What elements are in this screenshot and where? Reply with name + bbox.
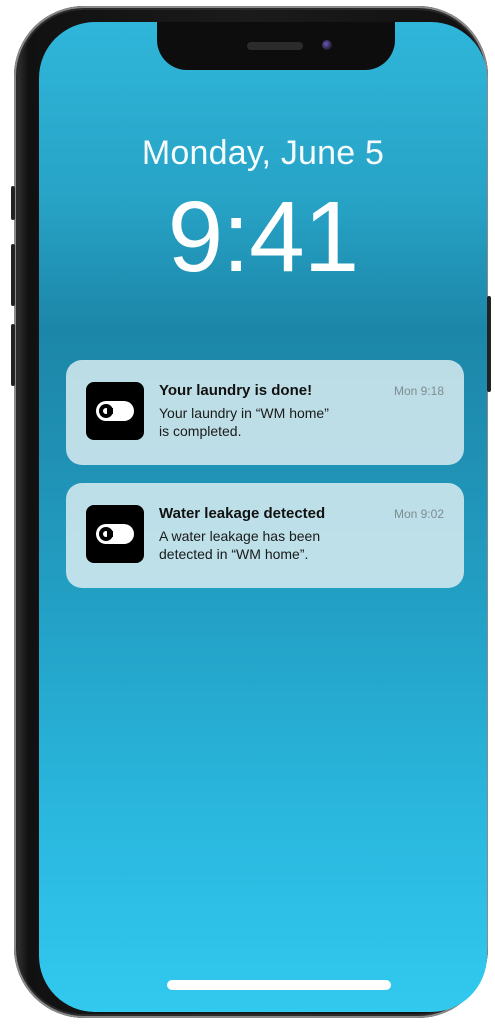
notification-body-line: Your laundry in “WM home” bbox=[159, 405, 329, 421]
toggle-switch-icon bbox=[96, 401, 134, 421]
mute-switch bbox=[11, 186, 15, 220]
notification-timestamp: Mon 9:02 bbox=[393, 507, 444, 521]
notification-body: A water leakage has been detected in “WM… bbox=[159, 527, 379, 563]
lockscreen-date: Monday, June 5 bbox=[141, 134, 385, 172]
notch bbox=[157, 22, 395, 70]
notification-laundry[interactable]: Your laundry is done! Mon 9:18 Your laun… bbox=[66, 360, 464, 465]
lockscreen-clock: 9:41 bbox=[167, 181, 360, 293]
volume-up-button bbox=[11, 244, 15, 306]
toggle-switch-icon bbox=[96, 524, 134, 544]
lock-screen: Monday, June 5 9:41 Your laundry is done… bbox=[39, 22, 487, 1012]
front-camera-icon bbox=[322, 40, 332, 50]
app-icon bbox=[86, 505, 144, 563]
notification-timestamp: Mon 9:18 bbox=[393, 384, 444, 398]
notification-body-line: A water leakage has been bbox=[159, 528, 321, 544]
notification-title: Your laundry is done! bbox=[159, 382, 313, 399]
phone-frame: Monday, June 5 9:41 Your laundry is done… bbox=[11, 6, 491, 1018]
power-button bbox=[487, 296, 491, 392]
earpiece-speaker bbox=[247, 42, 303, 50]
notification-water-leak[interactable]: Water leakage detected Mon 9:02 A water … bbox=[66, 483, 464, 588]
notification-title: Water leakage detected bbox=[159, 505, 326, 522]
notification-body: Your laundry in “WM home” is completed. bbox=[159, 404, 379, 440]
app-icon bbox=[86, 382, 144, 440]
volume-down-button bbox=[11, 324, 15, 386]
notification-body-line: detected in “WM home”. bbox=[159, 546, 309, 562]
notification-body-line: is completed. bbox=[159, 423, 242, 439]
home-indicator[interactable] bbox=[167, 980, 391, 990]
